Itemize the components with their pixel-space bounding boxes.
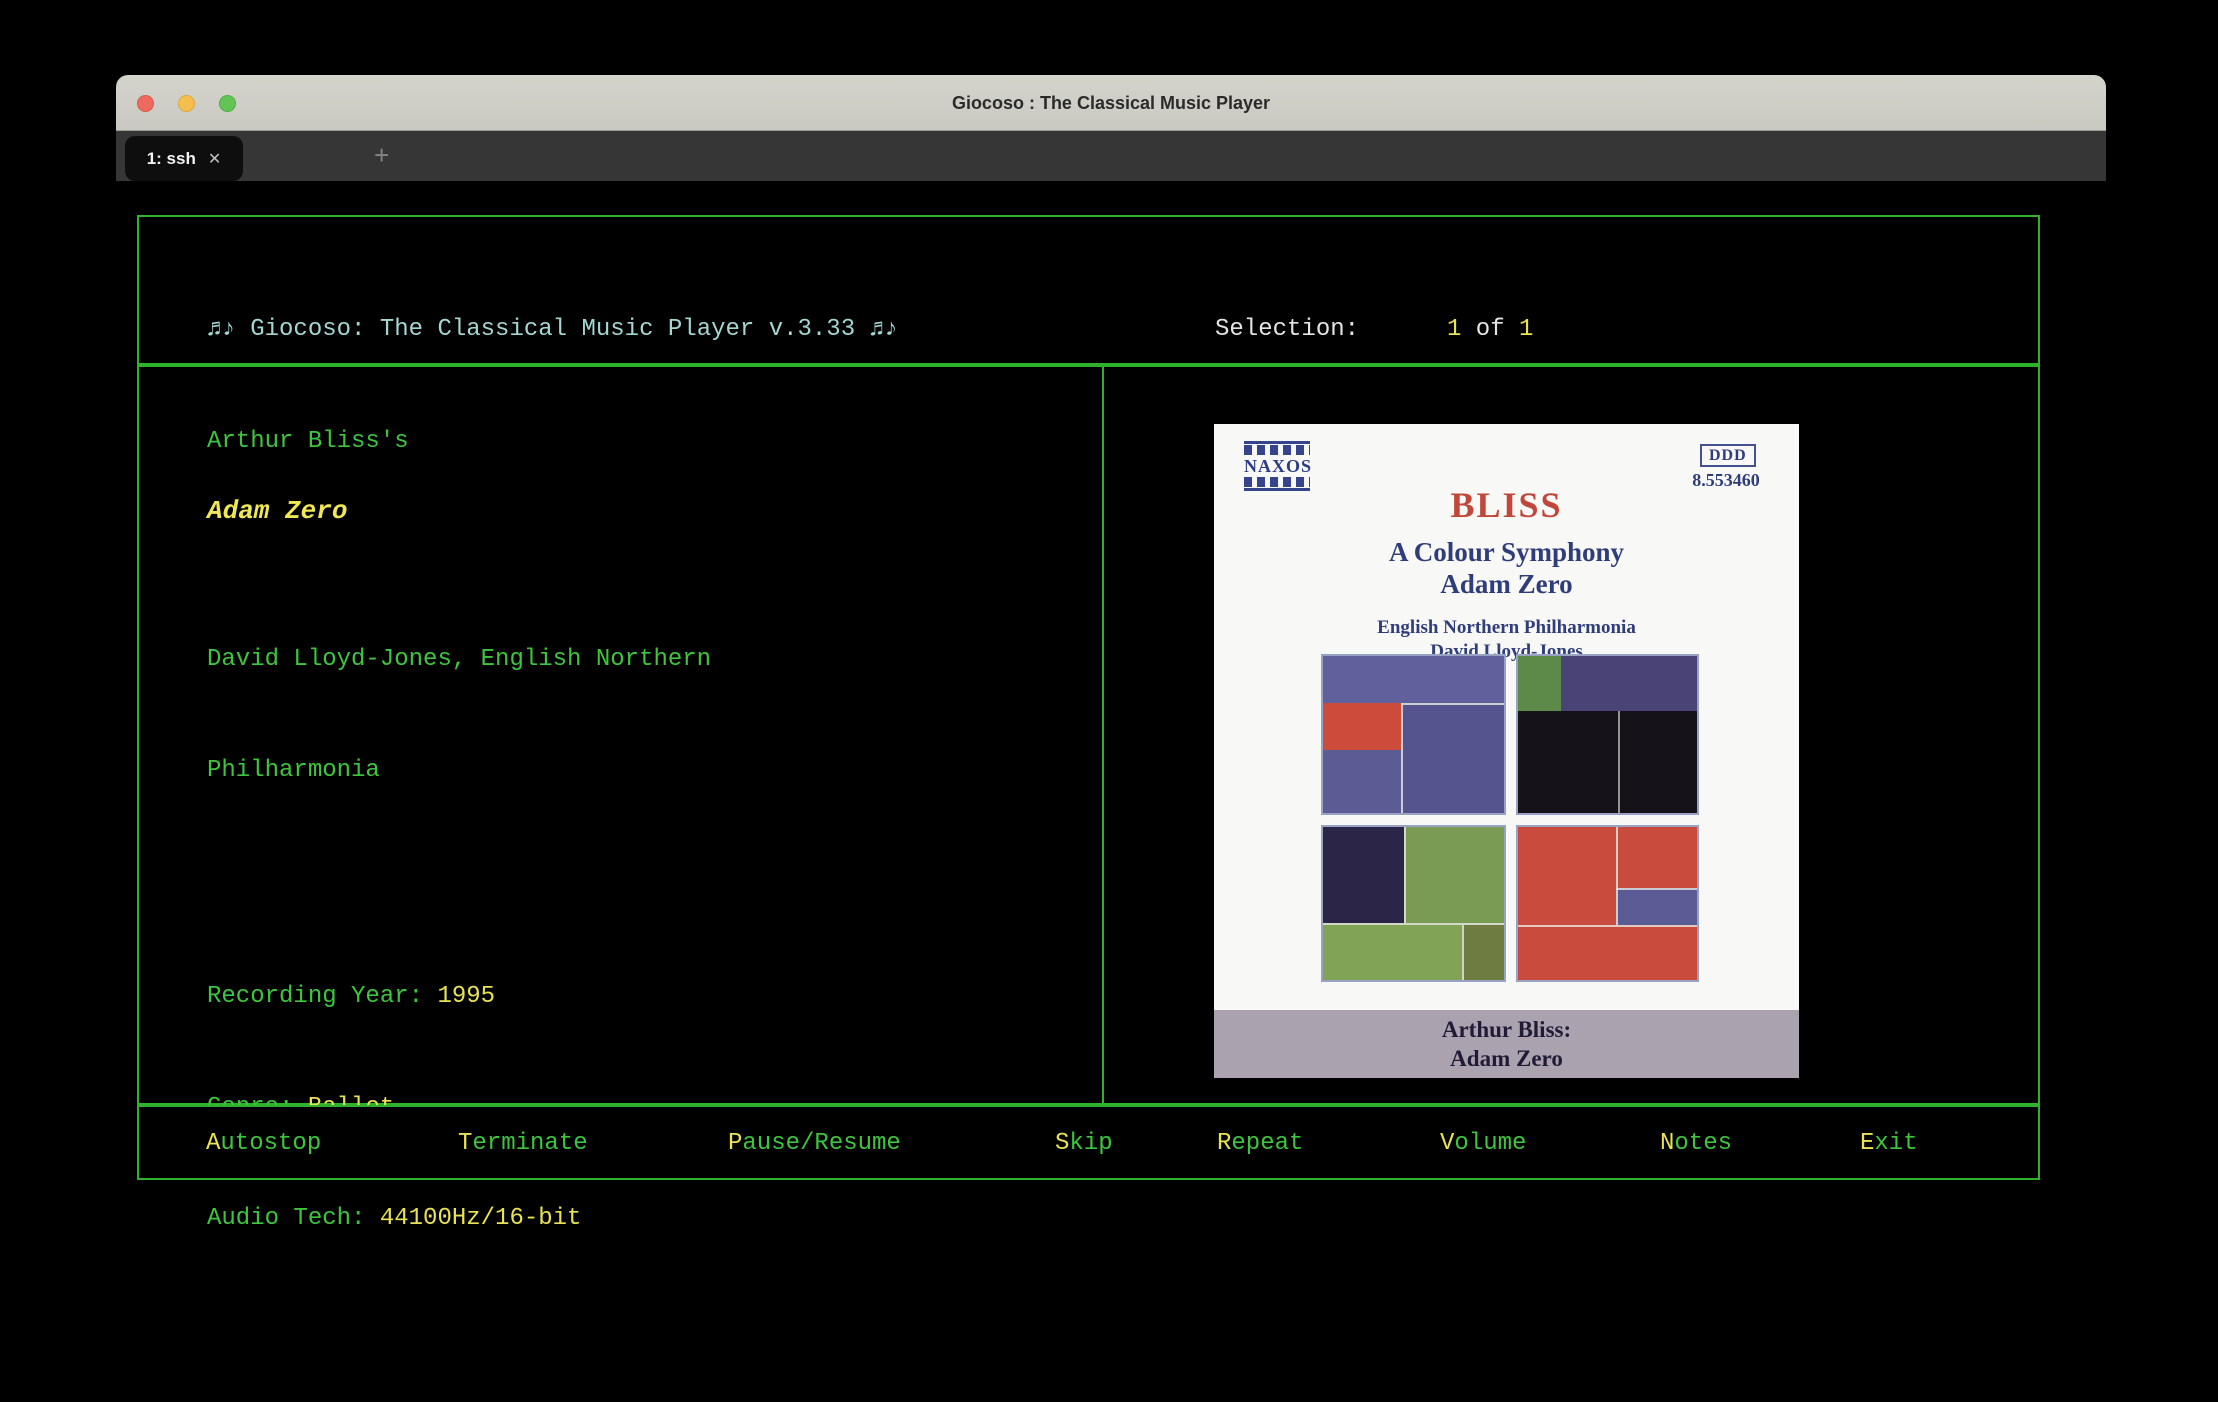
album-art: NAXOS DDD 8.553460 BLISS A Colour Sympho…: [1214, 424, 1799, 1078]
menu-hotkey: N: [1660, 1130, 1674, 1157]
music-notes-icon: ♬♪: [870, 316, 899, 343]
app-title-line: ♬♪ Giocoso: The Classical Music Player v…: [207, 311, 898, 348]
selection-row: Selection:1 of 1: [1215, 311, 1735, 348]
menu-label: erminate: [472, 1130, 587, 1157]
menu-item-terminate[interactable]: Terminate: [458, 1125, 588, 1162]
naxos-brand: NAXOS: [1244, 456, 1310, 476]
meta-label: Recording Year:: [207, 983, 437, 1010]
paint-line: [1518, 925, 1697, 927]
paint-region: [1518, 656, 1561, 711]
selection-sep: of: [1461, 316, 1519, 343]
menu-label: otes: [1674, 1130, 1732, 1157]
menu-hotkey: E: [1860, 1130, 1874, 1157]
painting-top-right: [1516, 654, 1699, 815]
panel-divider: [1102, 367, 1104, 1103]
terminal-window: Giocoso : The Classical Music Player 1: …: [116, 75, 2106, 1253]
meta-row-audiotech: Audio Tech: 44100Hz/16-bit: [207, 1200, 581, 1237]
paint-line: [1618, 711, 1620, 813]
new-tab-button[interactable]: +: [374, 131, 389, 181]
menu-label: kip: [1069, 1130, 1112, 1157]
meta-row-year: Recording Year: 1995: [207, 978, 581, 1015]
meta-value: 1995: [437, 983, 495, 1010]
album-work-1: A Colour Symphony: [1214, 537, 1799, 568]
selection-current: 1: [1447, 316, 1461, 343]
music-notes-icon: ♬♪: [207, 316, 236, 343]
work-title: Adam Zero: [207, 493, 347, 530]
menu-item-notes[interactable]: Notes: [1660, 1125, 1732, 1162]
paint-line: [1616, 827, 1618, 925]
performers: David Lloyd-Jones, English Northern Phil…: [207, 567, 711, 863]
menu-label: epeat: [1231, 1130, 1303, 1157]
tab-ssh[interactable]: 1: ssh ✕: [125, 136, 243, 181]
menu-hotkey: P: [728, 1130, 742, 1157]
app-title: Giocoso: The Classical Music Player v.3.…: [236, 316, 870, 343]
album-caption: Arthur Bliss: Adam Zero: [1214, 1010, 1799, 1078]
meta-label: Audio Tech:: [207, 1205, 380, 1232]
menu-hotkey: V: [1440, 1130, 1454, 1157]
paint-region: [1616, 888, 1697, 925]
menu-hotkey: S: [1055, 1130, 1069, 1157]
composer-line: Arthur Bliss's: [207, 423, 409, 460]
window-titlebar[interactable]: Giocoso : The Classical Music Player: [116, 75, 2106, 131]
paint-line: [1404, 827, 1406, 923]
window-title: Giocoso : The Classical Music Player: [116, 75, 2106, 131]
caption-line2: Adam Zero: [1214, 1044, 1799, 1073]
album-orchestra: English Northern Philharmonia: [1214, 617, 1799, 639]
paint-region: [1403, 705, 1504, 813]
album-composer: BLISS: [1214, 484, 1799, 526]
menu-hotkey: T: [458, 1130, 472, 1157]
performers-line2: Philharmonia: [207, 752, 711, 789]
paint-line: [1462, 925, 1464, 980]
album-conductor: David Lloyd-Jones: [1214, 641, 1799, 663]
painting-top-left: [1321, 654, 1506, 815]
paint-line: [1401, 703, 1403, 813]
recording-metadata: Recording Year: 1995 Genre: Ballet Audio…: [207, 904, 581, 1253]
meta-value: 44100Hz/16-bit: [380, 1205, 582, 1232]
tab-bar: 1: ssh ✕ +: [116, 131, 2106, 181]
menu-item-repeat[interactable]: Repeat: [1217, 1125, 1303, 1162]
paint-region: [1323, 656, 1504, 703]
album-work-2: Adam Zero: [1214, 569, 1799, 600]
menu-label: ause/Resume: [742, 1130, 900, 1157]
performers-line1: David Lloyd-Jones, English Northern: [207, 641, 711, 678]
paint-region: [1323, 827, 1404, 923]
tab-label: 1: ssh: [147, 149, 196, 169]
ddd-badge: DDD: [1700, 444, 1756, 467]
menu-item-pause-resume[interactable]: Pause/Resume: [728, 1125, 901, 1162]
menu-hotkey: R: [1217, 1130, 1231, 1157]
menu-label: olume: [1454, 1130, 1526, 1157]
paint-line: [1616, 888, 1697, 890]
menu-item-exit[interactable]: Exit: [1860, 1125, 1918, 1162]
painting-bottom-left: [1321, 825, 1506, 982]
menu-item-skip[interactable]: Skip: [1055, 1125, 1113, 1162]
selection-total: 1: [1519, 316, 1533, 343]
menu-label: utostop: [220, 1130, 321, 1157]
menu-item-autostop[interactable]: Autostop: [206, 1125, 321, 1162]
menu-item-volume[interactable]: Volume: [1440, 1125, 1526, 1162]
tab-close-icon[interactable]: ✕: [208, 149, 221, 169]
selection-label: Selection:: [1215, 311, 1447, 348]
desktop-background: Giocoso : The Classical Music Player 1: …: [0, 0, 2218, 1402]
naxos-logo-columns: [1244, 445, 1310, 455]
paint-region: [1323, 703, 1401, 750]
caption-line1: Arthur Bliss:: [1214, 1015, 1799, 1044]
menu-label: xit: [1874, 1130, 1917, 1157]
menu-hotkey: A: [206, 1130, 220, 1157]
painting-bottom-right: [1516, 825, 1699, 982]
paint-region: [1462, 925, 1504, 980]
naxos-logo-bar: [1244, 441, 1310, 444]
